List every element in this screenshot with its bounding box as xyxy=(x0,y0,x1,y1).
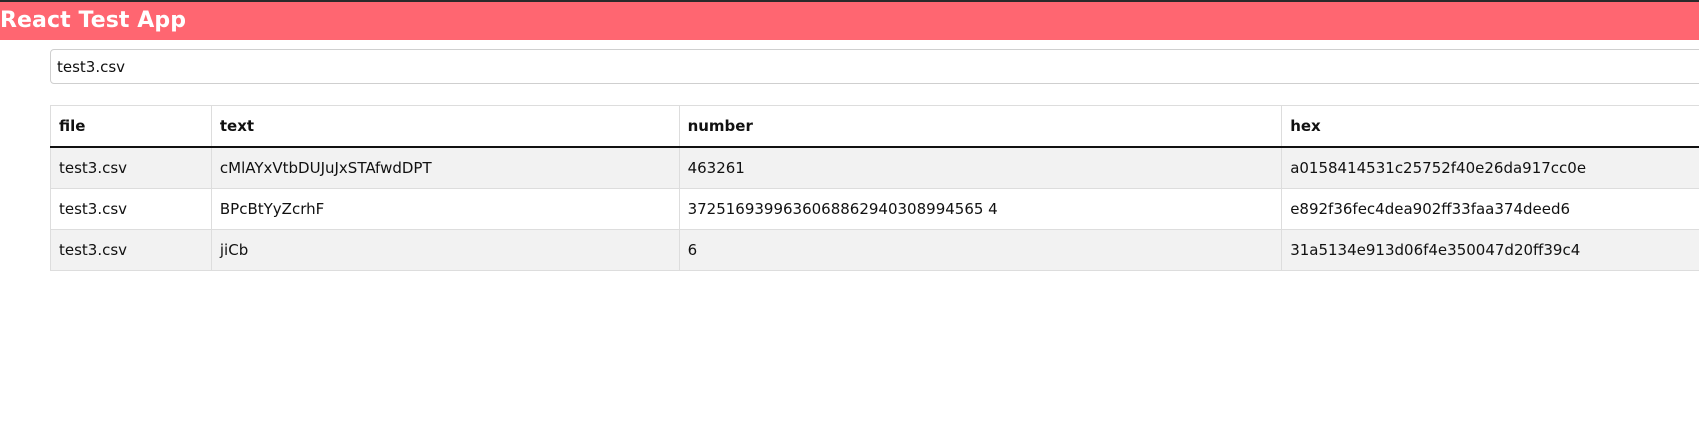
data-table-container: file text number hex test3.csv cMlAYxVtb… xyxy=(50,105,1699,271)
cell-text: jiCb xyxy=(210,229,680,271)
table-row[interactable]: test3.csv jiCb 6 31a5134e913d06f4e350047… xyxy=(50,229,1699,271)
table-body: test3.csv cMlAYxVtbDUJuJxSTAfwdDPT 46326… xyxy=(50,147,1699,271)
cell-number: 3725169399636068862940308994565 4 xyxy=(678,188,1283,230)
column-header-number[interactable]: number xyxy=(678,105,1283,148)
app-header: React Test App xyxy=(0,2,1699,40)
cell-file: test3.csv xyxy=(50,147,212,189)
table-header: file text number hex xyxy=(50,105,1699,148)
search-container xyxy=(50,49,1699,84)
cell-hex: a0158414531c25752f40e26da917cc0e xyxy=(1281,147,1699,189)
search-input[interactable] xyxy=(50,49,1699,84)
cell-file: test3.csv xyxy=(50,188,212,230)
cell-hex: e892f36fec4dea902ff33faa374deed6 xyxy=(1281,188,1699,230)
data-table: file text number hex test3.csv cMlAYxVtb… xyxy=(50,105,1699,271)
app-title: React Test App xyxy=(0,8,187,33)
table-row[interactable]: test3.csv cMlAYxVtbDUJuJxSTAfwdDPT 46326… xyxy=(50,147,1699,189)
table-row[interactable]: test3.csv BPcBtYyZcrhF 37251693996360688… xyxy=(50,188,1699,230)
column-header-hex[interactable]: hex xyxy=(1281,105,1699,148)
cell-text: BPcBtYyZcrhF xyxy=(210,188,680,230)
cell-number: 6 xyxy=(678,229,1283,271)
table-header-row: file text number hex xyxy=(50,105,1699,148)
cell-hex: 31a5134e913d06f4e350047d20ff39c4 xyxy=(1281,229,1699,271)
cell-file: test3.csv xyxy=(50,229,212,271)
column-header-text[interactable]: text xyxy=(210,105,680,148)
column-header-file[interactable]: file xyxy=(50,105,212,148)
cell-number: 463261 xyxy=(678,147,1283,189)
cell-text: cMlAYxVtbDUJuJxSTAfwdDPT xyxy=(210,147,680,189)
